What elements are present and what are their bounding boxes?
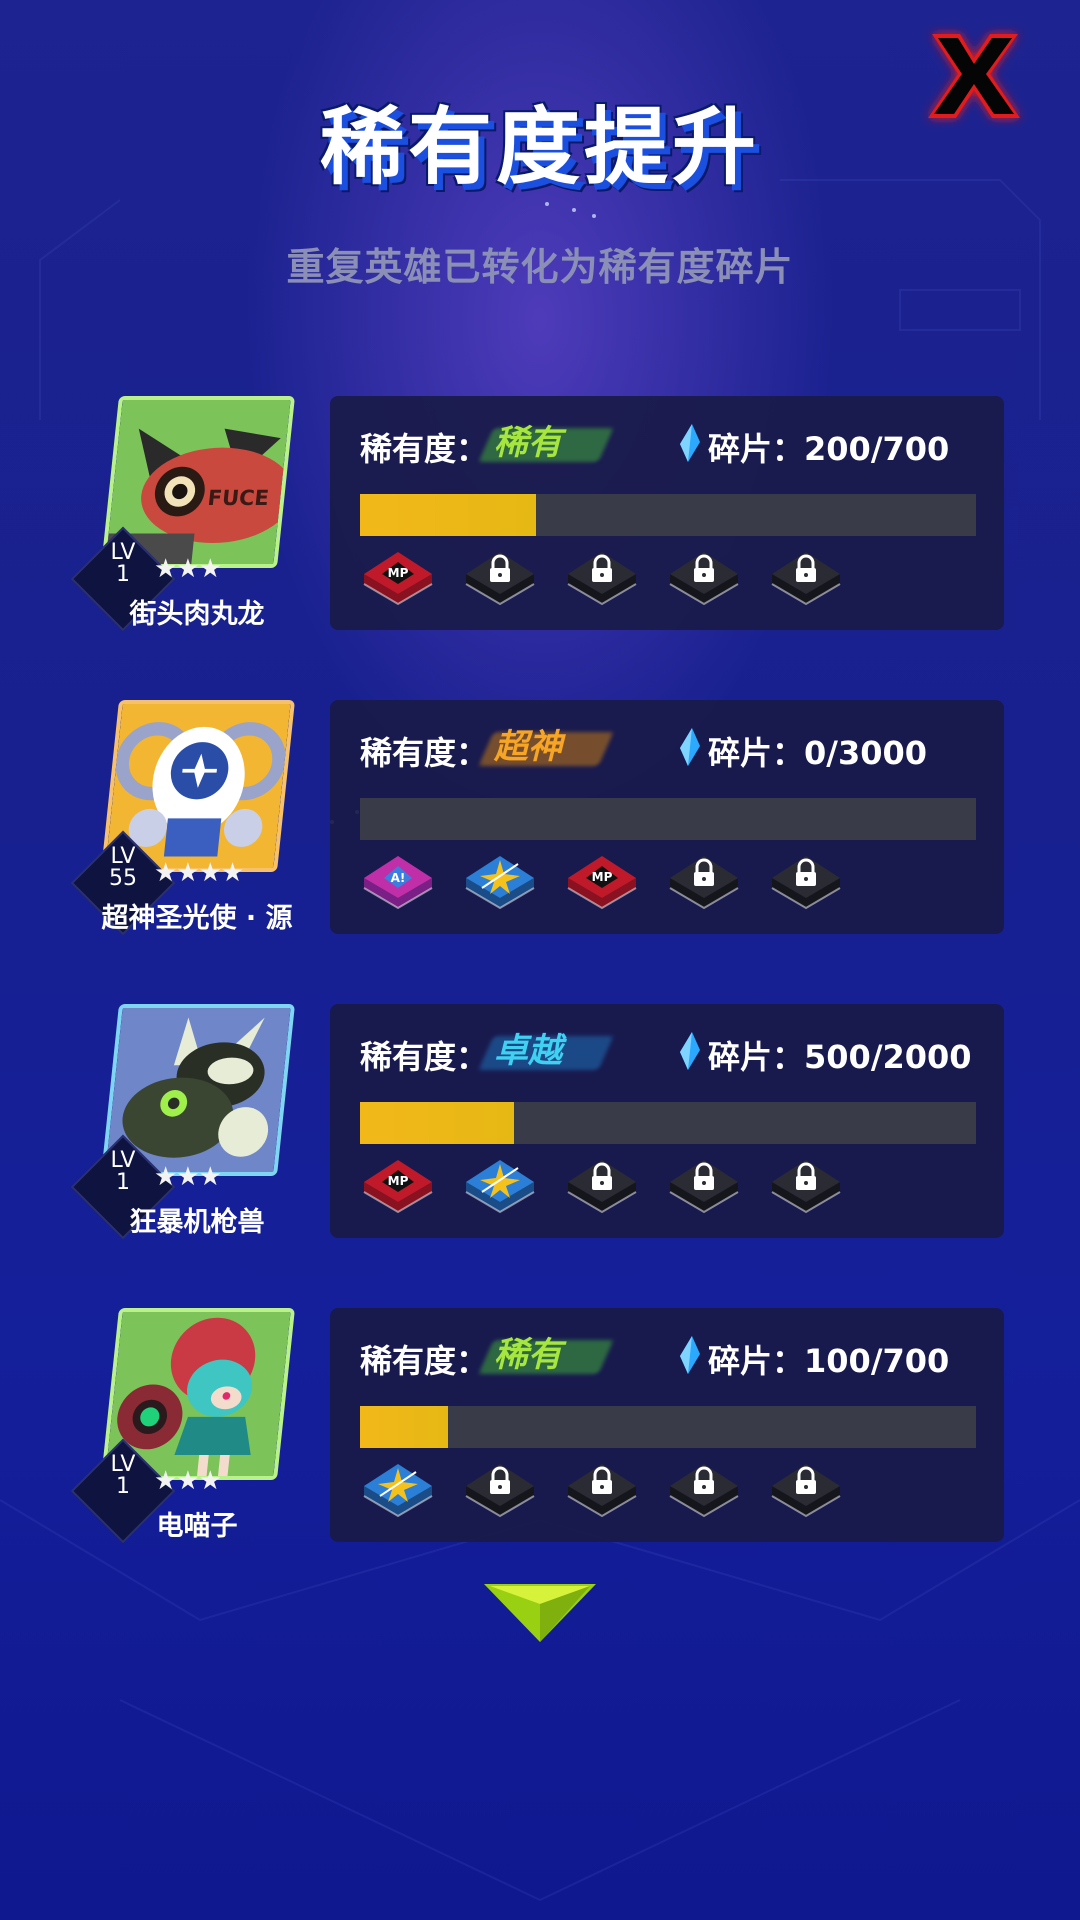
locked-slot-icon[interactable] (666, 848, 742, 912)
shard-icon (680, 424, 700, 462)
progress-fill (360, 1102, 514, 1144)
locked-slot-icon[interactable] (666, 1152, 742, 1216)
locked-slot-icon[interactable] (768, 1152, 844, 1216)
locked-slot-icon[interactable] (564, 544, 640, 608)
svg-text:MP: MP (388, 1174, 409, 1188)
rarity-value: 稀有 (478, 1332, 614, 1378)
mp-badge-icon[interactable]: MP (360, 544, 436, 608)
rarity-card: 稀有度： 稀有 碎片：200/700 MP (330, 396, 1004, 630)
shard-count: 碎片：100/700 (708, 1342, 950, 1380)
shard-icon (680, 1032, 700, 1070)
locked-slot-icon[interactable] (462, 1456, 538, 1520)
atk-badge-icon[interactable]: A! (360, 848, 436, 912)
rarity-card: 稀有度： 超神 碎片：0/3000 A! MP (330, 700, 1004, 934)
star-rating: ★★★ (154, 1466, 222, 1496)
mp-badge-icon[interactable]: MP (564, 848, 640, 912)
rarity-value: 卓越 (478, 1028, 614, 1074)
progress-fill (360, 1406, 449, 1448)
svg-text:MP: MP (388, 566, 409, 580)
hero-row: FUCE LV 1 ★★★ 街头肉丸龙 稀有度： 稀有 碎片：200/700 MP (0, 396, 1080, 636)
rarity-label: 稀有度： (360, 430, 489, 468)
star-rating: ★★★ (154, 554, 222, 584)
hero-portrait-group[interactable]: LV 55 ★★★★ 超神圣光使 · 源 (70, 700, 302, 940)
locked-slot-icon[interactable] (768, 1456, 844, 1520)
locked-slot-icon[interactable] (768, 848, 844, 912)
hero-portrait-group[interactable]: FUCE LV 1 ★★★ 街头肉丸龙 (70, 396, 302, 636)
hero-row: LV 1 ★★★ 电喵子 稀有度： 稀有 碎片：100/700 (0, 1308, 1080, 1548)
rarity-badges: A! MP (360, 848, 980, 918)
star-badge-icon[interactable] (462, 1152, 538, 1216)
shard-icon (680, 1336, 700, 1374)
star-rating: ★★★★ (154, 858, 244, 888)
svg-text:A!: A! (391, 871, 406, 885)
locked-slot-icon[interactable] (462, 544, 538, 608)
rarity-label: 稀有度： (360, 1342, 489, 1380)
locked-slot-icon[interactable] (666, 544, 742, 608)
shard-count: 碎片：0/3000 (708, 734, 928, 772)
locked-slot-icon[interactable] (768, 544, 844, 608)
progress-track (360, 1406, 976, 1448)
rarity-badges: MP (360, 544, 980, 614)
level-text: LV 1 (110, 1452, 136, 1499)
sparkle (572, 208, 576, 212)
sparkle (545, 202, 549, 206)
hero-name: 超神圣光使 · 源 (101, 903, 293, 934)
locked-slot-icon[interactable] (564, 1152, 640, 1216)
level-text: LV 1 (110, 1148, 136, 1195)
shard-icon (680, 728, 700, 766)
hero-name: 电喵子 (156, 1511, 238, 1542)
mp-badge-icon[interactable]: MP (360, 1152, 436, 1216)
star-rating: ★★★ (154, 1162, 222, 1192)
rarity-badges: MP (360, 1152, 980, 1222)
page-title: 稀有度提升 (319, 98, 760, 196)
hero-portrait-group[interactable]: LV 1 ★★★ 电喵子 (70, 1308, 302, 1548)
rarity-card: 稀有度： 稀有 碎片：100/700 (330, 1308, 1004, 1542)
rarity-label: 稀有度： (360, 1038, 489, 1076)
progress-track (360, 798, 976, 840)
star-badge-icon[interactable] (360, 1456, 436, 1520)
level-text: LV 1 (110, 540, 136, 587)
hero-row: LV 1 ★★★ 狂暴机枪兽 稀有度： 卓越 碎片：500/2000 MP (0, 1004, 1080, 1244)
progress-track (360, 1102, 976, 1144)
chevron-down-icon[interactable] (482, 1580, 598, 1644)
rarity-card: 稀有度： 卓越 碎片：500/2000 MP (330, 1004, 1004, 1238)
shard-count: 碎片：200/700 (708, 430, 950, 468)
progress-fill (360, 494, 536, 536)
progress-track (360, 494, 976, 536)
svg-text:MP: MP (592, 870, 613, 884)
svg-text:FUCE: FUCE (207, 485, 271, 510)
locked-slot-icon[interactable] (564, 1456, 640, 1520)
hero-row: LV 55 ★★★★ 超神圣光使 · 源 稀有度： 超神 碎片：0/3000 A!… (0, 700, 1080, 940)
page-subtitle: 重复英雄已转化为稀有度碎片 (286, 245, 794, 289)
rarity-value: 超神 (478, 724, 614, 770)
sparkle (592, 214, 596, 218)
rarity-value: 稀有 (478, 420, 614, 466)
hero-name: 狂暴机枪兽 (129, 1207, 265, 1238)
star-badge-icon[interactable] (462, 848, 538, 912)
rarity-label: 稀有度： (360, 734, 489, 772)
rarity-badges (360, 1456, 980, 1526)
hero-name: 街头肉丸龙 (129, 599, 265, 630)
locked-slot-icon[interactable] (666, 1456, 742, 1520)
hero-portrait-group[interactable]: LV 1 ★★★ 狂暴机枪兽 (70, 1004, 302, 1244)
shard-count: 碎片：500/2000 (708, 1038, 972, 1076)
level-text: LV 55 (109, 844, 137, 891)
